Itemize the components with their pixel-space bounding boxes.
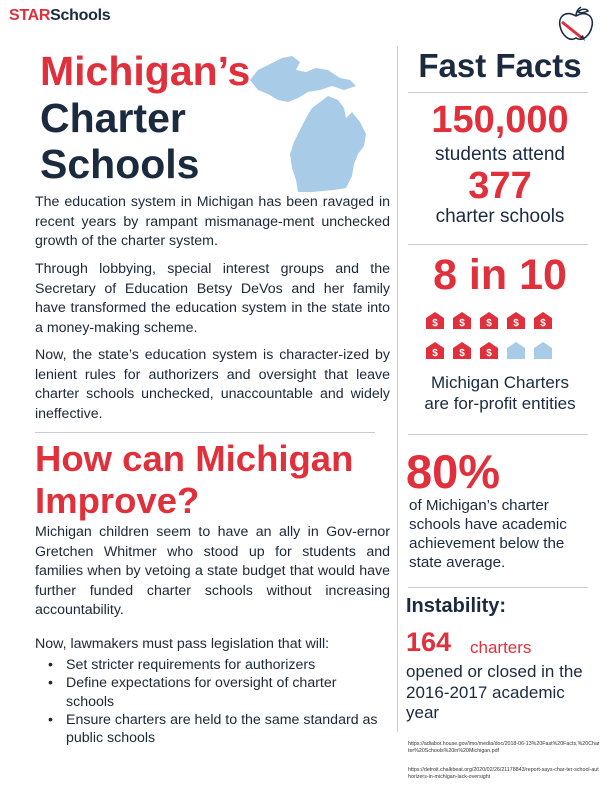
svg-text:$: $ [486, 318, 492, 329]
nonprofit-school-icon [534, 342, 552, 359]
system-paragraph: Now, the state’s education system is cha… [35, 347, 390, 422]
page-title-line1: Michigan’s [40, 48, 251, 94]
for-profit-school-icon: $ [453, 312, 471, 329]
students-count: 150,000 [431, 99, 569, 141]
section-heading-line2: Improve? [35, 480, 200, 521]
section-heading-line1: How can Michigan [35, 438, 354, 479]
for-profit-school-icon: $ [453, 342, 471, 359]
apple-pencil-icon [558, 6, 594, 41]
governor-paragraph: Michigan children seem to have an ally i… [35, 524, 390, 618]
below-average-percent: 80% [406, 445, 501, 498]
svg-text:$: $ [432, 318, 438, 329]
svg-text:$: $ [486, 348, 492, 359]
list-item: Ensure charters are held to the same sta… [48, 711, 378, 748]
fact-divider [408, 434, 588, 435]
for-profit-school-icon: $ [507, 312, 525, 329]
michigan-map-icon [250, 56, 366, 192]
intro-paragraph: The education system in Michigan has bee… [35, 194, 390, 249]
page-title-line3: Schools [40, 141, 200, 187]
lobbying-paragraph: Through lobbying, special interest group… [35, 261, 390, 336]
legislation-intro: Now, lawmakers must pass legislation tha… [35, 636, 330, 652]
fact-divider [408, 244, 588, 245]
for-profit-school-icon: $ [426, 312, 444, 329]
page-title-line2: Charter [40, 95, 186, 141]
svg-text:$: $ [459, 348, 465, 359]
schools-count: 377 [468, 165, 532, 207]
svg-text:$: $ [459, 318, 465, 329]
for-profit-school-icon: $ [480, 342, 498, 359]
source-link-1[interactable]: https://adiabor.house.gov/imo/media/doc/… [408, 741, 600, 755]
fast-facts-heading: Fast Facts [418, 47, 582, 84]
list-item: Set stricter requirements for authorizer… [48, 656, 378, 675]
instability-text: opened or closed in the 2016-2017 academ… [406, 662, 583, 722]
for-profit-ratio: 8 in 10 [433, 251, 567, 299]
column-divider [397, 46, 398, 732]
list-item: Define expectations for oversight of cha… [48, 674, 378, 711]
fact-divider [408, 92, 588, 93]
logo: STARSchools [9, 7, 111, 25]
instability-count: 164 [406, 627, 452, 657]
svg-text:$: $ [432, 348, 438, 359]
logo-star: STAR [9, 7, 51, 24]
for-profit-label-line1: Michigan Charters [431, 373, 569, 392]
for-profit-school-icon: $ [426, 342, 444, 359]
below-average-text: of Michigan’s charter schools have acade… [409, 497, 567, 571]
for-profit-label-line2: are for-profit entities [424, 394, 576, 413]
source-link-2[interactable]: https://detroit.chalkbeat.org/2020/02/26… [408, 767, 600, 781]
instability-unit: charters [470, 638, 532, 657]
section-divider [35, 432, 375, 433]
for-profit-school-icon: $ [480, 312, 498, 329]
for-profit-label: Michigan Charters are for-profit entitie… [400, 372, 600, 414]
instability-heading: Instability: [406, 595, 507, 617]
nonprofit-school-icon [507, 342, 525, 359]
svg-text:$: $ [513, 318, 519, 329]
logo-schools: Schools [50, 7, 111, 24]
svg-text:$: $ [540, 318, 546, 329]
schools-label: charter schools [435, 206, 565, 227]
legislation-list: Set stricter requirements for authorizer… [48, 656, 378, 747]
fact-divider [408, 587, 588, 588]
for-profit-school-icon: $ [534, 312, 552, 329]
